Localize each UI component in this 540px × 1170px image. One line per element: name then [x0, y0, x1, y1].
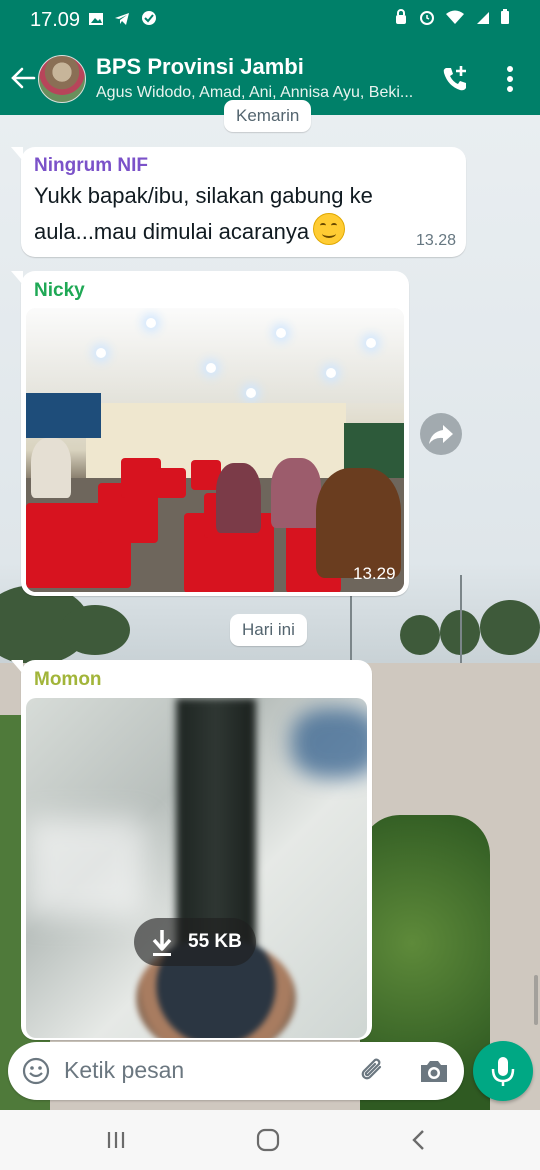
- date-chip-today: Hari ini: [230, 614, 307, 646]
- recent-apps-icon[interactable]: [101, 1125, 131, 1155]
- image-time: 13.29: [353, 564, 396, 583]
- battery-icon: [501, 9, 509, 24]
- status-bar: 17.09: [0, 0, 540, 40]
- image-message-bubble[interactable]: Nicky 13.29: [11, 271, 409, 596]
- image-message-bubble[interactable]: Momon 55 KB: [11, 660, 372, 1040]
- message-composer[interactable]: Ketik pesan: [8, 1042, 464, 1100]
- wifi-icon: [446, 10, 465, 24]
- alarm-icon: [419, 11, 434, 25]
- image-icon: [89, 13, 103, 25]
- message-time: 13.28: [415, 232, 456, 249]
- group-avatar[interactable]: [38, 55, 86, 103]
- group-title[interactable]: BPS Provinsi Jambi: [96, 54, 304, 80]
- message-line: Yukk bapak/ibu, silakan gabung ke: [34, 183, 373, 208]
- alarm-lock-icon: [396, 9, 407, 24]
- emoji-icon[interactable]: [22, 1057, 50, 1085]
- smiling-face-icon: [313, 213, 346, 245]
- back-arrow-icon[interactable]: [10, 65, 36, 91]
- checkbox-icon: [141, 11, 156, 25]
- system-icons: [394, 9, 510, 30]
- more-vert-icon[interactable]: [500, 64, 520, 94]
- forward-icon: [429, 425, 453, 444]
- camera-icon[interactable]: [418, 1056, 450, 1086]
- attach-icon[interactable]: [358, 1055, 390, 1087]
- blurred-image-preview[interactable]: 55 KB: [26, 698, 367, 1038]
- home-icon[interactable]: [253, 1125, 283, 1155]
- hall-photo[interactable]: 13.29: [26, 308, 404, 592]
- date-chip-yesterday: Kemarin: [224, 100, 312, 132]
- download-button[interactable]: 55 KB: [134, 918, 256, 966]
- add-call-icon[interactable]: [440, 64, 470, 94]
- message-input[interactable]: Ketik pesan: [64, 1057, 184, 1084]
- mic-icon: [491, 1057, 515, 1086]
- sender-name: Nicky: [34, 280, 85, 302]
- message-line-with-emoji: aula...mau dimulai acaranya: [34, 213, 454, 249]
- notification-icons: [88, 10, 157, 31]
- download-arrow-icon: [152, 930, 172, 956]
- message-text: Yukk bapak/ibu, silakan gabung ke aula..…: [34, 179, 454, 249]
- sender-name-text: Ningrum NIF: [34, 155, 148, 176]
- sender-name: Momon: [34, 669, 102, 691]
- message-bubble[interactable]: Ningrum NIF Yukk bapak/ibu, silakan gabu…: [11, 147, 466, 257]
- sender-name-text: Nicky: [34, 280, 85, 301]
- download-size: 55 KB: [188, 931, 242, 952]
- sender-name: Ningrum NIF: [34, 155, 148, 177]
- message-line: aula...mau dimulai acaranya: [34, 219, 310, 244]
- forward-button[interactable]: [420, 413, 462, 455]
- voice-message-button[interactable]: [473, 1041, 533, 1101]
- sender-name-text: Momon: [34, 669, 102, 690]
- telegram-icon: [115, 13, 130, 25]
- system-navigation-bar: [0, 1110, 540, 1170]
- scrollbar[interactable]: [534, 975, 538, 1025]
- back-nav-icon[interactable]: [405, 1125, 435, 1155]
- signal-icon: [476, 12, 489, 24]
- status-time: 17.09: [30, 9, 81, 31]
